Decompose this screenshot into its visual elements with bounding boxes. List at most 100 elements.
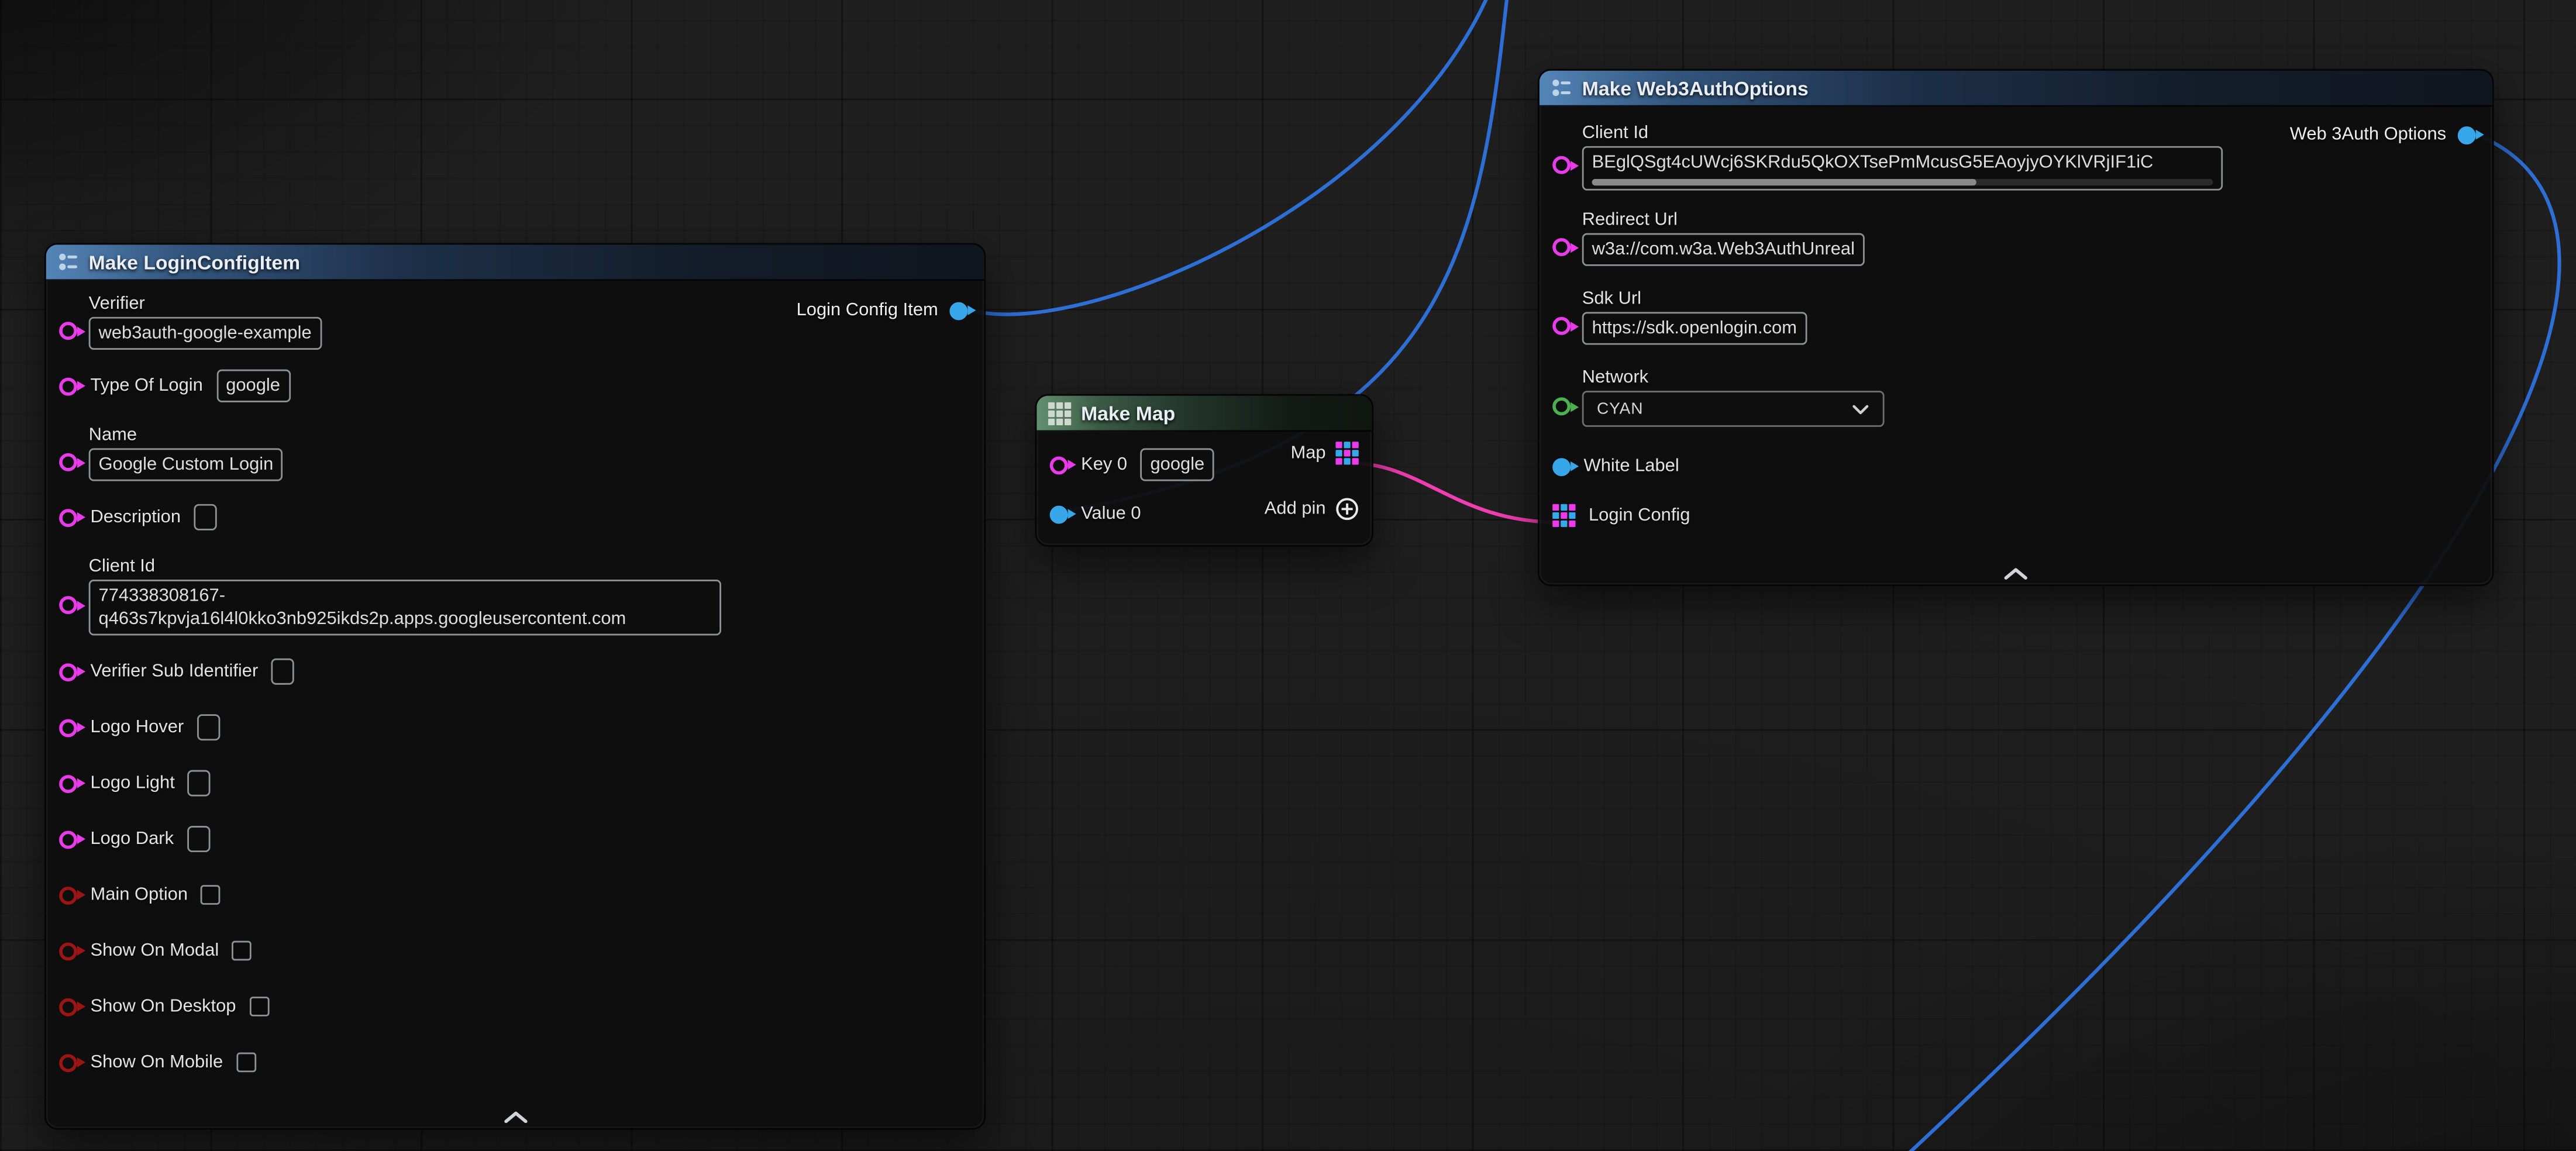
pin-label: Client Id <box>1582 123 2223 143</box>
collapse-chevron-icon[interactable] <box>2003 567 2029 580</box>
pin-row-verifier-sub-identifier: Verifier Sub Identifier <box>59 655 984 688</box>
type-of-login-input[interactable]: google <box>216 370 290 402</box>
description-input[interactable] <box>194 504 217 530</box>
add-pin-icon <box>1335 498 1358 521</box>
add-pin-button[interactable]: Add pin <box>1265 498 1359 521</box>
wire-map-to-login-config[interactable] <box>1351 463 1561 522</box>
type-of-login-pin[interactable] <box>59 377 77 395</box>
pin-row-network: Network CYAN <box>1552 368 2492 427</box>
output-pin-label: Login Config Item <box>797 301 938 321</box>
network-dropdown[interactable]: CYAN <box>1582 391 1885 427</box>
output-pin-label: Web 3Auth Options <box>2290 125 2446 144</box>
redirect-url-input[interactable]: w3a://com.w3a.Web3AuthUnreal <box>1582 233 1865 266</box>
logo-hover-input[interactable] <box>197 714 220 740</box>
verifier-sub-identifier-input[interactable] <box>271 659 294 685</box>
node-title: Make Map <box>1081 401 1175 424</box>
show-on-desktop-pin[interactable] <box>59 998 77 1016</box>
verifier-input[interactable]: web3auth-google-example <box>89 317 322 350</box>
pin-row-sdk-url: Sdk Url https://sdk.openlogin.com <box>1552 289 2492 344</box>
client-id-pin[interactable] <box>1552 156 1571 174</box>
pin-row-logo-light: Logo Light <box>59 767 984 800</box>
network-value: CYAN <box>1597 400 1643 418</box>
logo-hover-pin[interactable] <box>59 718 77 736</box>
output-map: Map <box>1290 442 1358 464</box>
pin-row-type-of-login: Type Of Login google <box>59 370 984 402</box>
pin-label: White Label <box>1584 456 1679 476</box>
node-title: Make Web3AuthOptions <box>1582 77 1809 99</box>
node-header[interactable]: Make Web3AuthOptions <box>1540 71 2492 107</box>
show-on-modal-pin[interactable] <box>59 942 77 960</box>
client-id-pin[interactable] <box>59 596 77 614</box>
node-make-web3authoptions[interactable]: Make Web3AuthOptions Web 3Auth Options C… <box>1538 69 2494 586</box>
pin-label: Logo Hover <box>90 718 184 738</box>
pin-label: Network <box>1582 368 1885 388</box>
graph-canvas[interactable]: Make LoginConfigItem Login Config Item V… <box>0 0 2576 1151</box>
pin-label: Verifier <box>89 294 322 314</box>
collapse-chevron-icon[interactable] <box>502 1110 528 1123</box>
pin-row-show-on-desktop: Show On Desktop <box>59 990 984 1023</box>
key0-input[interactable]: google <box>1141 448 1215 481</box>
pin-label: Logo Light <box>90 773 174 793</box>
node-title: Make LoginConfigItem <box>89 250 300 273</box>
web3auth-options-output-pin[interactable] <box>2458 126 2476 144</box>
pin-row-login-config: Login Config <box>1552 502 2492 529</box>
name-input[interactable]: Google Custom Login <box>89 448 284 481</box>
pin-row-name: Name Google Custom Login <box>59 425 984 481</box>
network-pin[interactable] <box>1552 397 1571 415</box>
verifier-sub-identifier-pin[interactable] <box>59 663 77 681</box>
pin-label: Value 0 <box>1081 504 1141 524</box>
show-on-modal-checkbox[interactable] <box>232 941 252 961</box>
show-on-mobile-checkbox[interactable] <box>236 1053 256 1073</box>
node-header[interactable]: Make LoginConfigItem <box>46 244 984 281</box>
show-on-desktop-checkbox[interactable] <box>249 997 269 1016</box>
sdk-url-input[interactable]: https://sdk.openlogin.com <box>1582 312 1807 344</box>
main-option-pin[interactable] <box>59 886 77 904</box>
pin-row-main-option: Main Option <box>59 878 984 911</box>
sdk-url-pin[interactable] <box>1552 317 1571 335</box>
pin-label: Redirect Url <box>1582 210 1865 230</box>
map-output-pin[interactable] <box>1335 442 1358 464</box>
node-make-map[interactable]: Make Map Key 0 google Value 0 Map Add pi… <box>1035 394 1373 547</box>
node-make-loginconfigitem[interactable]: Make LoginConfigItem Login Config Item V… <box>44 243 986 1129</box>
white-label-pin[interactable] <box>1552 457 1571 475</box>
description-pin[interactable] <box>59 508 77 526</box>
client-id-input[interactable]: 774338308167-q463s7kpvja16l4l0kko3nb925i… <box>89 580 721 635</box>
pin-label: Verifier Sub Identifier <box>90 661 258 681</box>
pin-row-logo-dark: Logo Dark <box>59 823 984 856</box>
scrollbar-thumb[interactable] <box>1592 179 1977 185</box>
input-scrollbar[interactable] <box>1592 179 2213 185</box>
redirect-url-pin[interactable] <box>1552 238 1571 256</box>
logo-dark-pin[interactable] <box>59 830 77 848</box>
name-pin[interactable] <box>59 453 77 471</box>
pin-label: Sdk Url <box>1582 289 1807 309</box>
map-icon <box>1048 401 1071 424</box>
main-option-checkbox[interactable] <box>201 885 221 905</box>
pin-label: Show On Mobile <box>90 1053 223 1073</box>
make-struct-icon <box>57 251 79 273</box>
logo-light-input[interactable] <box>188 770 211 797</box>
node-header[interactable]: Make Map <box>1036 396 1372 432</box>
key0-pin[interactable] <box>1050 456 1068 474</box>
pin-row-client-id: Client Id 774338308167-q463s7kpvja16l4l0… <box>59 557 984 636</box>
show-on-mobile-pin[interactable] <box>59 1053 77 1071</box>
pin-row-show-on-mobile: Show On Mobile <box>59 1046 984 1078</box>
login-config-item-output-pin[interactable] <box>949 301 967 319</box>
output-web3auth-options: Web 3Auth Options <box>2290 122 2476 148</box>
make-struct-icon <box>1551 77 1572 98</box>
pin-label: Client Id <box>89 557 721 577</box>
pin-label: Key 0 <box>1081 455 1127 475</box>
logo-dark-input[interactable] <box>187 826 210 852</box>
logo-light-pin[interactable] <box>59 774 77 792</box>
client-id-input[interactable]: BEglQSgt4cUWcj6SKRdu5QkOXTsePmMcusG5EAoy… <box>1582 146 2223 191</box>
value0-pin[interactable] <box>1050 505 1068 523</box>
pin-label: Show On Desktop <box>90 997 236 1016</box>
pin-label: Type Of Login <box>90 376 202 396</box>
pin-row-description: Description <box>59 501 984 533</box>
verifier-pin[interactable] <box>59 322 77 340</box>
wire-login-config-item-out[interactable] <box>961 0 1492 315</box>
login-config-pin[interactable] <box>1552 504 1575 527</box>
pin-label: Show On Modal <box>90 941 219 961</box>
output-login-config-item: Login Config Item <box>797 297 968 323</box>
pin-row-show-on-modal: Show On Modal <box>59 934 984 967</box>
pin-row-redirect-url: Redirect Url w3a://com.w3a.Web3AuthUnrea… <box>1552 210 2492 266</box>
